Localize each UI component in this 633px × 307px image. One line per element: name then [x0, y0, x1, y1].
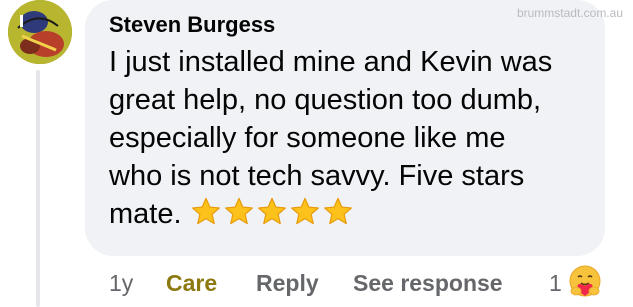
comment-line: I just installed mine and Kevin was	[109, 46, 553, 78]
care-emoji-icon	[569, 265, 601, 297]
star-emoji-icon	[290, 197, 319, 225]
star-emoji-group	[190, 196, 355, 238]
avatar-image	[8, 0, 72, 64]
star-emoji-icon	[323, 197, 352, 225]
comment-text: I just installed mine and Kevin was grea…	[109, 43, 589, 238]
reply-button[interactable]: Reply	[256, 266, 319, 300]
comment-timestamp[interactable]: 1y	[109, 266, 133, 300]
comment-page: Steven Burgess brummstadt.com.au I just …	[0, 0, 633, 307]
star-emoji-icon	[257, 197, 286, 225]
comment-line: especially for someone like me	[109, 122, 506, 154]
star-emoji-icon	[224, 197, 253, 225]
comment-line: who is not tech savvy. Five stars	[109, 160, 525, 192]
avatar[interactable]	[8, 0, 72, 64]
reaction-count[interactable]: 1	[549, 266, 562, 300]
comment-line: mate.	[109, 198, 182, 230]
comment-author[interactable]: Steven Burgess	[109, 11, 275, 39]
care-reaction-button[interactable]: Care	[166, 266, 217, 300]
star-emoji-icon	[191, 197, 220, 225]
thread-line	[36, 70, 40, 307]
see-response-button[interactable]: See response	[353, 266, 503, 300]
watermark: brummstadt.com.au	[516, 6, 623, 20]
comment-line-last: mate.	[109, 195, 589, 238]
comment-line: great help, no question too dumb,	[109, 84, 542, 116]
care-reaction-icon[interactable]	[565, 262, 605, 302]
